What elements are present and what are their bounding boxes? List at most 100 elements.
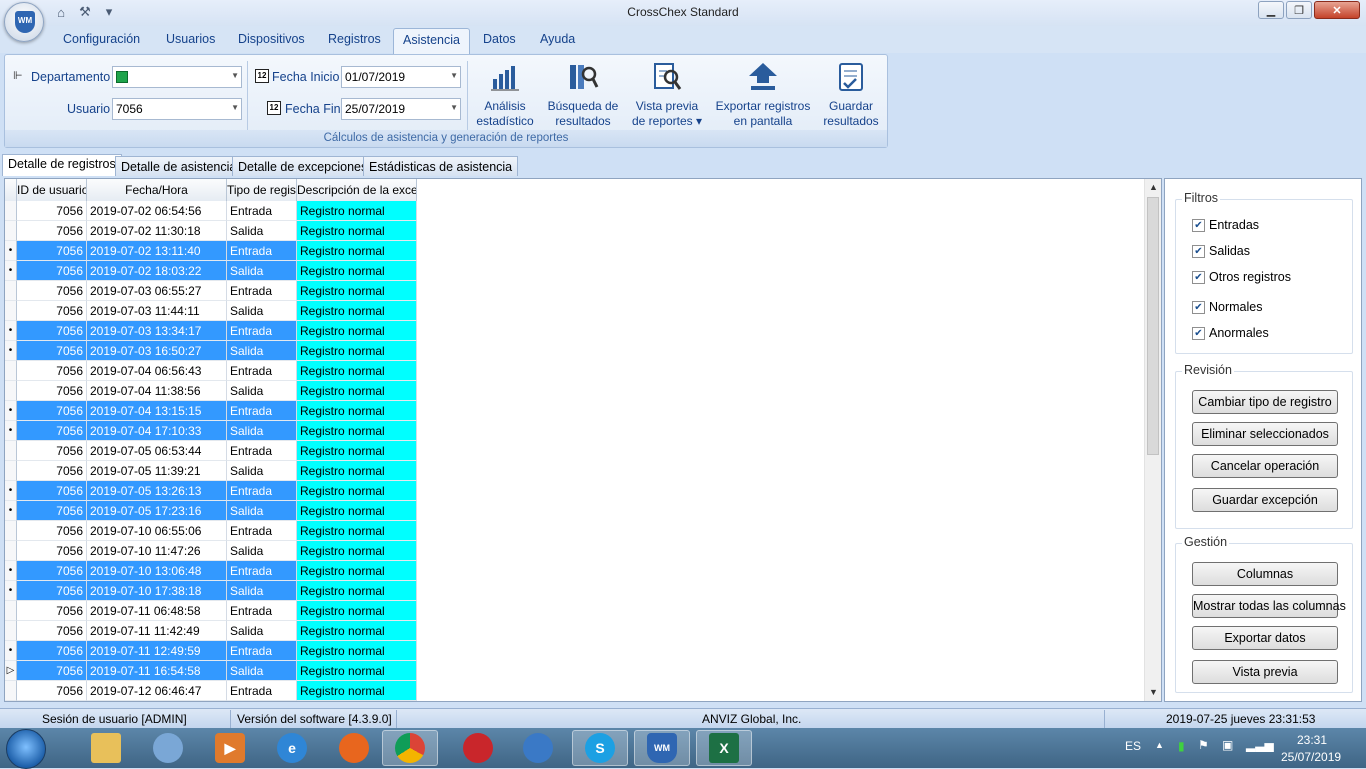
cell-id[interactable]: 7056 — [17, 621, 87, 641]
table-row[interactable]: • 7056 2019-07-03 13:34:17 Entrada Registro … — [5, 321, 417, 341]
row-indicator[interactable]: ▷ — [5, 661, 17, 681]
row-indicator[interactable]: • — [5, 241, 17, 261]
cell-id[interactable]: 7056 — [17, 301, 87, 321]
table-row[interactable]: 7056 2019-07-02 06:54:56 Entrada Registro n… — [5, 201, 417, 221]
cell-descripcion[interactable]: Registro normal — [297, 381, 417, 401]
minimize-button[interactable]: ▁ — [1258, 1, 1284, 19]
exportar-datos-button[interactable]: Exportar datos — [1192, 626, 1338, 650]
cell-tipo[interactable]: Salida — [227, 461, 297, 481]
cell-tipo[interactable]: Entrada — [227, 361, 297, 381]
menu-asistencia[interactable]: Asistencia — [393, 28, 470, 54]
cell-tipo[interactable]: Entrada — [227, 201, 297, 221]
cell-tipo[interactable]: Salida — [227, 341, 297, 361]
cell-fecha-hora[interactable]: 2019-07-10 06:55:06 — [87, 521, 227, 541]
row-indicator[interactable] — [5, 521, 17, 541]
cell-descripcion[interactable]: Registro normal — [297, 441, 417, 461]
departamento-select[interactable]: ▼ — [112, 66, 242, 88]
taskbar-app-2[interactable] — [140, 730, 196, 766]
row-indicator[interactable]: • — [5, 581, 17, 601]
row-indicator[interactable]: • — [5, 341, 17, 361]
taskbar-explorer[interactable] — [78, 730, 134, 766]
network-icon[interactable]: ▂▃▅ — [1246, 738, 1274, 752]
clock-date[interactable]: 25/07/2019 — [1281, 750, 1341, 764]
cell-id[interactable]: 7056 — [17, 401, 87, 421]
cell-fecha-hora[interactable]: 2019-07-05 17:23:16 — [87, 501, 227, 521]
cell-id[interactable]: 7056 — [17, 221, 87, 241]
table-row[interactable]: ▷ 7056 2019-07-11 16:54:58 Salida Registro n… — [5, 661, 417, 681]
cell-tipo[interactable]: Salida — [227, 221, 297, 241]
cell-tipo[interactable]: Entrada — [227, 681, 297, 701]
cell-tipo[interactable]: Salida — [227, 621, 297, 641]
filter-entradas-checkbox[interactable]: ✔ Entradas — [1192, 218, 1259, 232]
maximize-button[interactable]: ❐ — [1286, 1, 1312, 19]
table-row[interactable]: • 7056 2019-07-02 18:03:22 Salida Registro n… — [5, 261, 417, 281]
cell-fecha-hora[interactable]: 2019-07-10 17:38:18 — [87, 581, 227, 601]
table-row[interactable]: 7056 2019-07-03 11:44:11 Salida Registro no… — [5, 301, 417, 321]
column-header-fecha-hora[interactable]: Fecha/Hora — [87, 179, 227, 201]
cell-descripcion[interactable]: Registro normal — [297, 561, 417, 581]
cell-tipo[interactable]: Salida — [227, 421, 297, 441]
cell-descripcion[interactable]: Registro normal — [297, 601, 417, 621]
filter-anormales-checkbox[interactable]: ✔ Anormales — [1192, 326, 1269, 340]
cell-descripcion[interactable]: Registro normal — [297, 221, 417, 241]
cell-tipo[interactable]: Salida — [227, 301, 297, 321]
cell-id[interactable]: 7056 — [17, 421, 87, 441]
cell-tipo[interactable]: Entrada — [227, 321, 297, 341]
menu-usuarios[interactable]: Usuarios — [166, 32, 215, 46]
cell-descripcion[interactable]: Registro normal — [297, 481, 417, 501]
table-row[interactable]: 7056 2019-07-11 06:48:58 Entrada Registro n… — [5, 601, 417, 621]
cell-fecha-hora[interactable]: 2019-07-11 06:48:58 — [87, 601, 227, 621]
row-indicator[interactable] — [5, 621, 17, 641]
row-indicator[interactable]: • — [5, 561, 17, 581]
table-row[interactable]: • 7056 2019-07-10 17:38:18 Salida Registro n… — [5, 581, 417, 601]
taskbar-crosschex[interactable]: WM — [634, 730, 690, 766]
scroll-down-icon[interactable]: ▼ — [1145, 684, 1162, 701]
vertical-scrollbar[interactable]: ▲ ▼ — [1144, 179, 1161, 701]
table-row[interactable]: 7056 2019-07-04 06:56:43 Entrada Registro n… — [5, 361, 417, 381]
usuario-select[interactable]: 7056 ▼ — [112, 98, 242, 120]
taskbar-media-player[interactable]: ▶ — [202, 730, 258, 766]
table-row[interactable]: 7056 2019-07-12 06:46:47 Entrada Registro n… — [5, 681, 417, 701]
device-icon[interactable]: ▣ — [1222, 738, 1233, 752]
cell-descripcion[interactable]: Registro normal — [297, 661, 417, 681]
filter-salidas-checkbox[interactable]: ✔ Salidas — [1192, 244, 1250, 258]
cell-id[interactable]: 7056 — [17, 241, 87, 261]
table-row[interactable]: • 7056 2019-07-10 13:06:48 Entrada Registro … — [5, 561, 417, 581]
filter-otros-checkbox[interactable]: ✔ Otros registros — [1192, 270, 1291, 284]
row-indicator[interactable] — [5, 441, 17, 461]
table-row[interactable]: • 7056 2019-07-03 16:50:27 Salida Registro n… — [5, 341, 417, 361]
language-indicator[interactable]: ES — [1125, 739, 1141, 753]
table-row[interactable]: 7056 2019-07-04 11:38:56 Salida Registro no… — [5, 381, 417, 401]
cell-fecha-hora[interactable]: 2019-07-11 12:49:59 — [87, 641, 227, 661]
row-indicator[interactable] — [5, 301, 17, 321]
cell-tipo[interactable]: Salida — [227, 261, 297, 281]
cell-id[interactable]: 7056 — [17, 541, 87, 561]
cell-descripcion[interactable]: Registro normal — [297, 321, 417, 341]
cell-id[interactable]: 7056 — [17, 441, 87, 461]
menu-ayuda[interactable]: Ayuda — [540, 32, 575, 46]
taskbar-ie[interactable]: e — [264, 730, 320, 766]
tab-detalle-excepciones[interactable]: Detalle de excepciones — [232, 156, 374, 176]
cell-tipo[interactable]: Entrada — [227, 241, 297, 261]
flag-icon[interactable]: ⚑ — [1198, 738, 1209, 752]
row-indicator[interactable] — [5, 601, 17, 621]
columnas-button[interactable]: Columnas — [1192, 562, 1338, 586]
cell-fecha-hora[interactable]: 2019-07-11 11:42:49 — [87, 621, 227, 641]
table-row[interactable]: 7056 2019-07-11 11:42:49 Salida Registro no… — [5, 621, 417, 641]
filter-normales-checkbox[interactable]: ✔ Normales — [1192, 300, 1263, 314]
cell-fecha-hora[interactable]: 2019-07-03 13:34:17 — [87, 321, 227, 341]
cell-descripcion[interactable]: Registro normal — [297, 581, 417, 601]
app-logo[interactable]: WM — [4, 2, 44, 42]
tab-detalle-asistencia[interactable]: Detalle de asistencia — [115, 156, 243, 176]
column-header-descripcion[interactable]: Descripción de la excepción — [297, 179, 417, 201]
cell-descripcion[interactable]: Registro normal — [297, 501, 417, 521]
cell-descripcion[interactable]: Registro normal — [297, 421, 417, 441]
taskbar-firefox[interactable] — [326, 730, 382, 766]
cell-descripcion[interactable]: Registro normal — [297, 281, 417, 301]
row-indicator[interactable] — [5, 361, 17, 381]
table-row[interactable]: 7056 2019-07-02 11:30:18 Salida Registro no… — [5, 221, 417, 241]
table-row[interactable]: • 7056 2019-07-02 13:11:40 Entrada Registro … — [5, 241, 417, 261]
row-indicator[interactable]: • — [5, 501, 17, 521]
row-indicator[interactable]: • — [5, 401, 17, 421]
cell-fecha-hora[interactable]: 2019-07-05 06:53:44 — [87, 441, 227, 461]
